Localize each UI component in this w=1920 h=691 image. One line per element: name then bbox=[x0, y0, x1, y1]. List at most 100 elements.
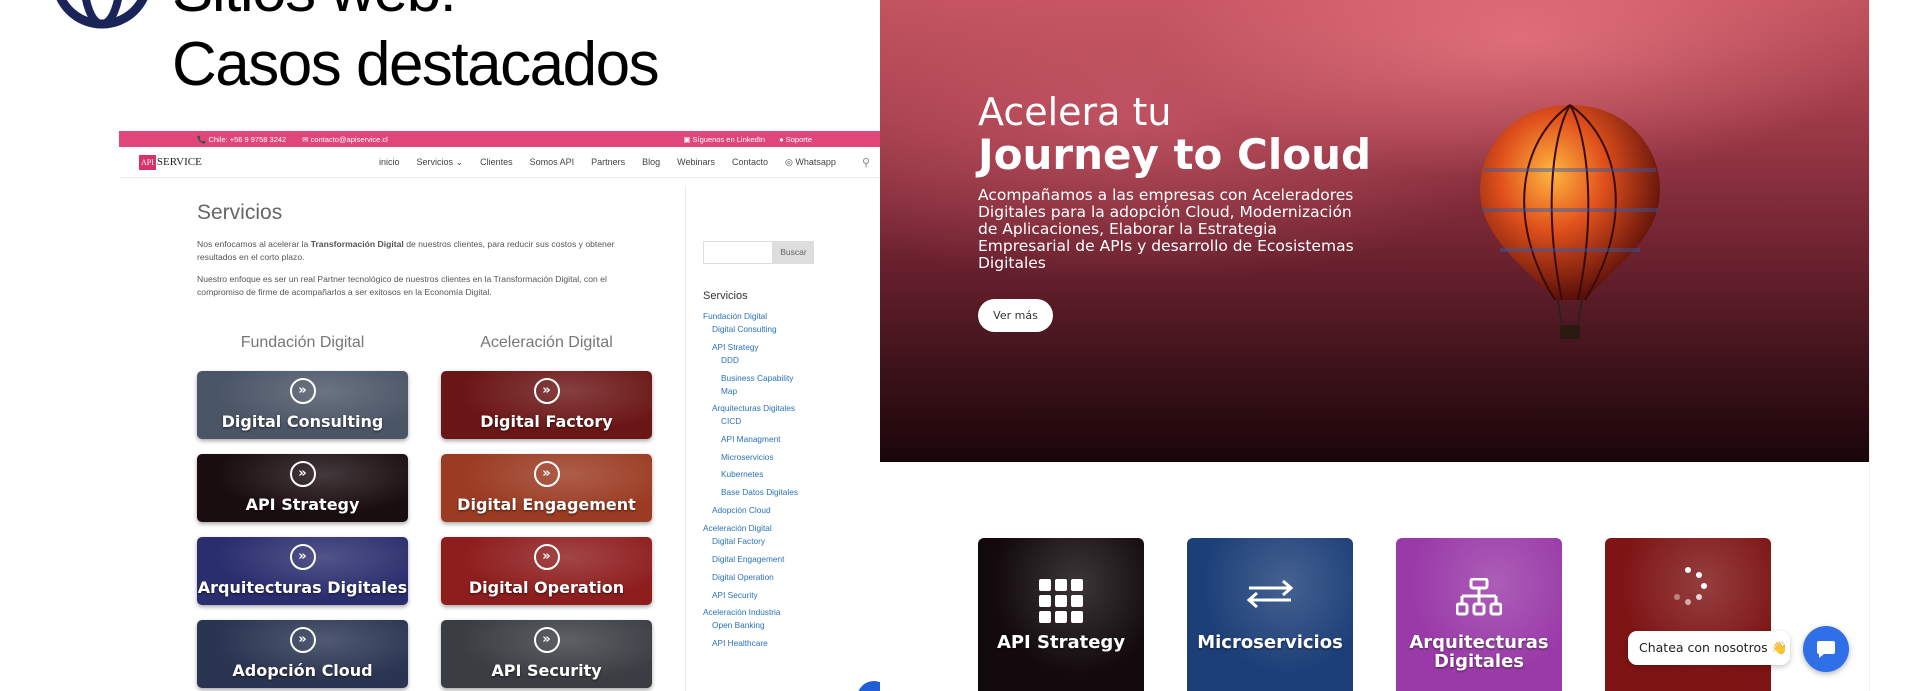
hero-title-line1: Acelera tu bbox=[978, 90, 1172, 134]
intro-p1-bold: Transformación Digital bbox=[310, 239, 404, 249]
sidebar-link[interactable]: API Managment bbox=[721, 434, 781, 444]
hero-title-line2: Journey to Cloud bbox=[978, 130, 1372, 179]
service-card-digital-engagement[interactable]: » Digital Engagement bbox=[441, 454, 652, 522]
site-logo[interactable]: API SERVICE bbox=[139, 154, 202, 170]
email-text: contacto@apiservice.cl bbox=[310, 134, 388, 144]
tile-label: Arquitecturas Digitales bbox=[1409, 632, 1549, 672]
tile-fourth[interactable] bbox=[1605, 538, 1771, 691]
nav-clientes[interactable]: Clientes bbox=[480, 157, 513, 168]
sidebar-search: Buscar bbox=[703, 241, 814, 264]
service-card-arquitecturas-digitales[interactable]: » Arquitecturas Digitales bbox=[197, 537, 408, 605]
grid-icon bbox=[1039, 579, 1083, 623]
hot-air-balloon-image bbox=[1480, 104, 1660, 339]
service-card-label: Digital Operation bbox=[468, 578, 625, 597]
service-card-digital-operation[interactable]: » Digital Operation bbox=[441, 537, 652, 605]
sidebar-link[interactable]: Aceleración Industria bbox=[703, 607, 780, 617]
nav-whatsapp-label: Whatsapp bbox=[795, 156, 836, 167]
chat-launcher-button[interactable] bbox=[1803, 626, 1849, 672]
ver-mas-button[interactable]: Ver más bbox=[978, 299, 1053, 332]
double-chevron-icon: » bbox=[289, 627, 316, 653]
nav-servicios[interactable]: Servicios ⌄ bbox=[417, 157, 464, 168]
apiservice-website-screenshot: 📞 Chile: +56 9 9758 3242 ✉ contacto@apis… bbox=[119, 131, 890, 691]
tile-arquitecturas-digitales[interactable]: Arquitecturas Digitales bbox=[1396, 538, 1562, 691]
tile-microservicios[interactable]: Microservicios bbox=[1187, 538, 1353, 691]
sidebar-link[interactable]: Digital Operation bbox=[712, 572, 774, 582]
intro-p1-text: Nos enfocamos al acelerar la bbox=[197, 239, 311, 249]
double-chevron-icon: » bbox=[289, 544, 316, 570]
chat-icon bbox=[1817, 641, 1835, 658]
service-card-digital-consulting[interactable]: » Digital Consulting bbox=[197, 371, 408, 439]
double-chevron-icon: » bbox=[289, 378, 316, 404]
slide-title: Sitios web: Casos destacados bbox=[172, 0, 660, 102]
sidebar-link[interactable]: Digital Consulting bbox=[712, 324, 777, 334]
service-card-label: Digital Consulting bbox=[221, 412, 384, 431]
sidebar-link[interactable]: Adopción Cloud bbox=[712, 505, 771, 515]
double-chevron-icon: » bbox=[533, 627, 560, 653]
main-nav: inicio Servicios ⌄ Clientes Somos API Pa… bbox=[379, 157, 836, 168]
site-topbar: 📞 Chile: +56 9 9758 3242 ✉ contacto@apis… bbox=[119, 131, 890, 147]
loading-icon bbox=[1674, 567, 1707, 605]
chevron-down-icon: ⌄ bbox=[455, 156, 464, 167]
phone-link[interactable]: 📞 Chile: +56 9 9758 3242 bbox=[197, 135, 286, 144]
sidebar-link[interactable]: Aceleración Digital bbox=[703, 523, 772, 533]
nav-somos-api[interactable]: Somos API bbox=[530, 157, 575, 168]
service-card-label: Adopción Cloud bbox=[232, 661, 373, 680]
support-text: Soporte bbox=[785, 134, 812, 144]
double-chevron-icon: » bbox=[289, 461, 316, 487]
sidebar-link[interactable]: Open Banking bbox=[712, 620, 765, 630]
sidebar-link[interactable]: Map bbox=[721, 386, 737, 396]
search-icon[interactable]: ⚲ bbox=[862, 156, 870, 169]
nav-contacto[interactable]: Contacto bbox=[732, 157, 768, 168]
sidebar-link[interactable]: API Healthcare bbox=[712, 638, 768, 648]
sidebar-link[interactable]: Digital Factory bbox=[712, 536, 765, 546]
column-heading-aceleracion: Aceleración Digital bbox=[480, 334, 613, 351]
service-card-digital-factory[interactable]: » Digital Factory bbox=[441, 371, 652, 439]
tile-api-strategy[interactable]: API Strategy bbox=[978, 538, 1144, 691]
nav-blog[interactable]: Blog bbox=[642, 157, 660, 168]
sidebar-link[interactable]: Base Datos Digitales bbox=[721, 487, 798, 497]
sidebar-link[interactable]: Business Capability bbox=[721, 373, 793, 383]
column-heading-fundacion: Fundación Digital bbox=[240, 334, 365, 351]
globe-icon bbox=[56, 0, 148, 29]
page-title: Servicios bbox=[197, 201, 283, 224]
linkedin-link[interactable]: ▣ Síguenos en LinkedIn bbox=[683, 135, 765, 144]
arrows-icon bbox=[1246, 579, 1294, 608]
tile-label: Microservicios bbox=[1197, 632, 1343, 653]
chat-invite-bubble[interactable]: Chatea con nosotros 👋 bbox=[1628, 631, 1790, 665]
logo-text: SERVICE bbox=[156, 156, 202, 168]
sidebar-divider bbox=[685, 186, 686, 691]
service-card-api-security[interactable]: » API Security bbox=[441, 620, 652, 688]
service-card-label: API Security bbox=[491, 661, 602, 680]
service-card-adopcion-cloud[interactable]: » Adopción Cloud bbox=[197, 620, 408, 688]
sidebar-link[interactable]: CICD bbox=[721, 416, 741, 426]
nav-webinars[interactable]: Webinars bbox=[677, 157, 715, 168]
sidebar-link[interactable]: Digital Engagement bbox=[712, 554, 784, 564]
slide-title-line2: Casos destacados bbox=[172, 30, 660, 99]
service-card-label: Digital Factory bbox=[480, 412, 613, 431]
tile-label: API Strategy bbox=[996, 632, 1126, 653]
linkedin-text: Síguenos en LinkedIn bbox=[692, 134, 766, 144]
service-card-label: API Strategy bbox=[245, 495, 360, 514]
sidebar-search-input[interactable] bbox=[703, 241, 773, 264]
hero-subtitle: Acompañamos a las empresas con Acelerado… bbox=[978, 186, 1354, 272]
service-card-api-strategy[interactable]: » API Strategy bbox=[197, 454, 408, 522]
sidebar-link[interactable]: Arquitecturas Digitales bbox=[712, 403, 795, 413]
sidebar-link[interactable]: API Security bbox=[712, 590, 758, 600]
sidebar-link[interactable]: API Strategy bbox=[712, 342, 759, 352]
service-card-label: Digital Engagement bbox=[457, 495, 636, 514]
nav-partners[interactable]: Partners bbox=[591, 157, 625, 168]
sidebar-link[interactable]: Fundación Digital bbox=[703, 311, 767, 321]
nav-whatsapp[interactable]: ◎ Whatsapp bbox=[785, 157, 836, 168]
cloud-website-screenshot: Acelera tu Journey to Cloud Acompañamos … bbox=[880, 0, 1870, 691]
nav-servicios-label: Servicios bbox=[416, 156, 454, 167]
sidebar-link[interactable]: Microservicios bbox=[721, 452, 774, 462]
sidebar-search-button[interactable]: Buscar bbox=[773, 241, 814, 264]
support-link[interactable]: ● Soporte bbox=[779, 135, 812, 144]
hero-banner: Acelera tu Journey to Cloud Acompañamos … bbox=[880, 0, 1869, 462]
slide-title-line1: Sitios web: bbox=[172, 0, 658, 28]
email-link[interactable]: ✉ contacto@apiservice.cl bbox=[302, 135, 388, 144]
sidebar-link[interactable]: Kubernetes bbox=[721, 469, 763, 479]
sidebar-link[interactable]: DDD bbox=[721, 355, 739, 365]
phone-text: Chile: +56 9 9758 3242 bbox=[208, 134, 287, 144]
nav-inicio[interactable]: inicio bbox=[379, 157, 400, 168]
